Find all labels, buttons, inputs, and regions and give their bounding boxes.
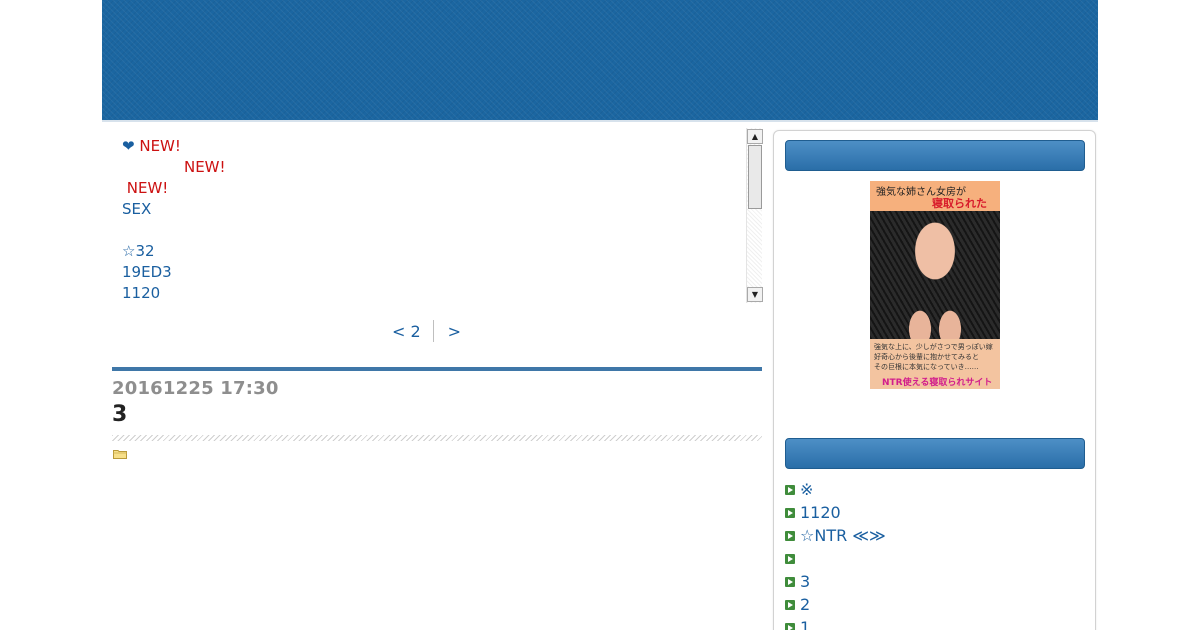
ad-banner-link-text: NTR使える寝取られサイト bbox=[882, 378, 993, 388]
ad-banner-header: 強気な姉さん女房が 寝取られた bbox=[870, 181, 1000, 211]
next-page-link[interactable]: > bbox=[448, 322, 461, 341]
pager-divider bbox=[432, 320, 434, 342]
list-item: 3 bbox=[785, 570, 1085, 593]
folder-icon[interactable] bbox=[113, 449, 127, 459]
list-item bbox=[785, 547, 1085, 570]
ad-banner-description: 強気な上に、少しがさつで男っぽい嫁 好奇心から後輩に抱かせてみると その巨根に本… bbox=[874, 343, 993, 371]
bullet-arrow-icon bbox=[785, 507, 795, 518]
category-link[interactable]: ※ bbox=[800, 480, 813, 499]
bullet-arrow-icon bbox=[785, 530, 795, 541]
header-divider bbox=[102, 120, 1098, 122]
prev-page-link[interactable]: < 2 bbox=[392, 322, 421, 341]
category-link[interactable]: 3 bbox=[800, 572, 810, 591]
site-header-banner[interactable] bbox=[102, 0, 1098, 120]
sidebar-heading-categories bbox=[785, 438, 1085, 469]
news-item-2[interactable]: NEW! bbox=[122, 157, 742, 178]
ad-banner-photo bbox=[870, 211, 1000, 339]
list-item: 1120 bbox=[785, 501, 1085, 524]
bullet-arrow-icon bbox=[785, 622, 795, 630]
news-scrollbar[interactable]: ▲ ▼ bbox=[746, 128, 763, 303]
news-scroll-box[interactable]: ❤ NEW! NEW! NEW! SEX ☆32 19ED3 1120 ▲ ▼ bbox=[112, 128, 763, 304]
news-item-8[interactable]: 1120 bbox=[122, 283, 742, 304]
list-item: ☆NTR ≪≫ bbox=[785, 524, 1085, 547]
news-item-3[interactable]: NEW! bbox=[122, 178, 742, 199]
bullet-arrow-icon bbox=[785, 599, 795, 610]
ad-banner[interactable]: 強気な姉さん女房が 寝取られた 強気な上に、少しがさつで男っぽい嫁 好奇心から後… bbox=[870, 181, 1000, 389]
article-title[interactable]: 3 bbox=[112, 402, 127, 427]
bullet-arrow-icon bbox=[785, 484, 795, 495]
news-item-4[interactable]: SEX bbox=[122, 199, 742, 220]
news-item-7[interactable]: 19ED3 bbox=[122, 262, 742, 283]
scrollbar-thumb[interactable] bbox=[748, 145, 762, 209]
category-link[interactable]: 1120 bbox=[800, 503, 841, 522]
list-item: 2 bbox=[785, 593, 1085, 616]
scroll-up-arrow-icon[interactable]: ▲ bbox=[747, 129, 763, 144]
ad-banner-footer: 強気な上に、少しがさつで男っぽい嫁 好奇心から後輩に抱かせてみると その巨根に本… bbox=[870, 339, 1000, 389]
category-link[interactable]: 2 bbox=[800, 595, 810, 614]
bullet-arrow-icon bbox=[785, 576, 795, 587]
scroll-down-arrow-icon[interactable]: ▼ bbox=[747, 287, 763, 302]
article-pager: < 2 > bbox=[392, 320, 461, 342]
bullet-arrow-icon bbox=[785, 553, 795, 564]
article-divider bbox=[112, 435, 762, 441]
news-item-6[interactable]: ☆32 bbox=[122, 241, 742, 262]
sidebar-heading-ad bbox=[785, 140, 1085, 171]
news-list: ❤ NEW! NEW! NEW! SEX ☆32 19ED3 1120 bbox=[122, 136, 742, 304]
article-date: 20161225 17:30 bbox=[112, 378, 279, 399]
category-list: ※ 1120 ☆NTR ≪≫ 3 2 1 bbox=[785, 478, 1085, 630]
news-item-1-label: NEW! bbox=[134, 137, 181, 155]
list-item: 1 bbox=[785, 616, 1085, 630]
news-item-5[interactable] bbox=[122, 220, 742, 241]
ad-banner-highlight: 寝取られた bbox=[932, 197, 987, 210]
list-item: ※ bbox=[785, 478, 1085, 501]
news-item-1[interactable]: ❤ NEW! bbox=[122, 136, 742, 157]
category-link[interactable]: 1 bbox=[800, 618, 810, 630]
article-top-rule bbox=[112, 367, 762, 371]
heart-icon: ❤ bbox=[122, 137, 135, 155]
category-link[interactable]: ☆NTR ≪≫ bbox=[800, 526, 886, 545]
